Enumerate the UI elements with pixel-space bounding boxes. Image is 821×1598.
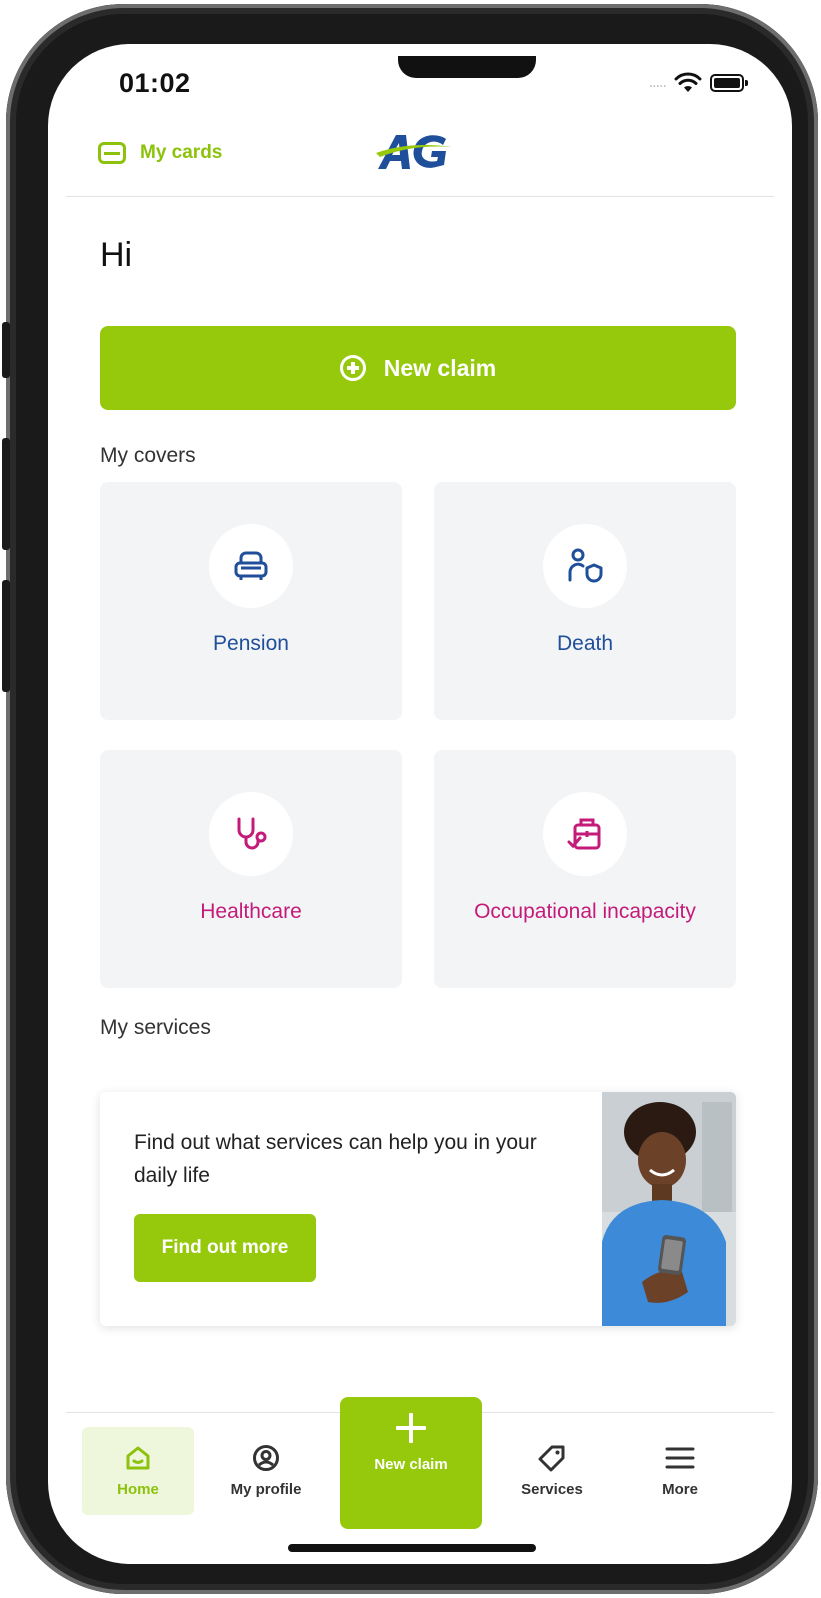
bottom-navigation: Home My profile New claim Services More: [66, 1397, 774, 1532]
cover-label-pension: Pension: [213, 632, 289, 655]
user-circle-icon: [249, 1441, 283, 1475]
new-claim-button[interactable]: New claim: [100, 326, 736, 410]
greeting-title: Hi: [100, 236, 133, 274]
nav-more[interactable]: More: [624, 1427, 736, 1515]
find-out-more-button[interactable]: Find out more: [134, 1214, 316, 1282]
nav-my-profile[interactable]: My profile: [210, 1427, 322, 1515]
cover-icon-circle: [543, 524, 627, 608]
briefcase-check-icon: [567, 818, 601, 850]
my-cards-label: My cards: [140, 142, 223, 163]
home-indicator[interactable]: [288, 1544, 536, 1552]
cover-card-death[interactable]: Death: [434, 482, 736, 720]
stethoscope-icon: [237, 817, 267, 850]
nav-home-label: Home: [117, 1481, 159, 1498]
nav-more-label: More: [662, 1481, 698, 1498]
my-covers-title: My covers: [100, 444, 196, 467]
cover-label-healthcare: Healthcare: [200, 900, 302, 923]
cover-card-occupational-incapacity[interactable]: Occupational incapacity: [434, 750, 736, 988]
nav-home[interactable]: Home: [82, 1427, 194, 1515]
signal-icon: .....: [648, 75, 667, 91]
nav-my-profile-label: My profile: [230, 1481, 302, 1498]
my-services-title: My services: [100, 1016, 211, 1039]
card-icon: [98, 142, 126, 164]
ag-logo: [376, 135, 452, 169]
app-screen: 01:02 ..... My cards Hi New claim My cov…: [48, 44, 792, 1564]
volume-down-button: [2, 580, 10, 692]
nav-new-claim-button[interactable]: New claim: [340, 1397, 482, 1529]
nav-services[interactable]: Services: [496, 1427, 608, 1515]
my-cards-link[interactable]: My cards: [98, 142, 222, 164]
cover-label-death: Death: [556, 632, 614, 655]
cover-icon-circle: [209, 524, 293, 608]
plus-icon: [394, 1411, 428, 1445]
wifi-icon: [674, 72, 702, 92]
home-icon: [121, 1441, 155, 1475]
nav-services-label: Services: [521, 1481, 583, 1498]
woman-with-phone-image: [602, 1092, 736, 1326]
battery-icon: [710, 74, 748, 92]
armchair-icon: [234, 551, 268, 580]
nav-new-claim-label: New claim: [374, 1456, 448, 1473]
person-shield-icon: [568, 548, 603, 583]
menu-icon: [663, 1441, 697, 1475]
services-card: Find out what services can help you in y…: [100, 1092, 736, 1326]
tag-icon: [535, 1441, 569, 1475]
status-icons: .....: [648, 72, 748, 94]
cover-card-pension[interactable]: Pension: [100, 482, 402, 720]
cover-label-occupational-incapacity: Occupational incapacity: [474, 900, 696, 923]
services-description: Find out what services can help you in y…: [134, 1131, 537, 1187]
mute-switch: [2, 322, 10, 378]
plus-circle-icon: [339, 355, 366, 381]
status-time: 01:02: [119, 68, 191, 98]
app-header: My cards: [66, 129, 774, 197]
volume-up-button: [2, 438, 10, 550]
cover-card-healthcare[interactable]: Healthcare: [100, 750, 402, 988]
cover-icon-circle: [209, 792, 293, 876]
cover-icon-circle: [543, 792, 627, 876]
new-claim-label: New claim: [383, 354, 497, 381]
notch: [398, 56, 536, 78]
